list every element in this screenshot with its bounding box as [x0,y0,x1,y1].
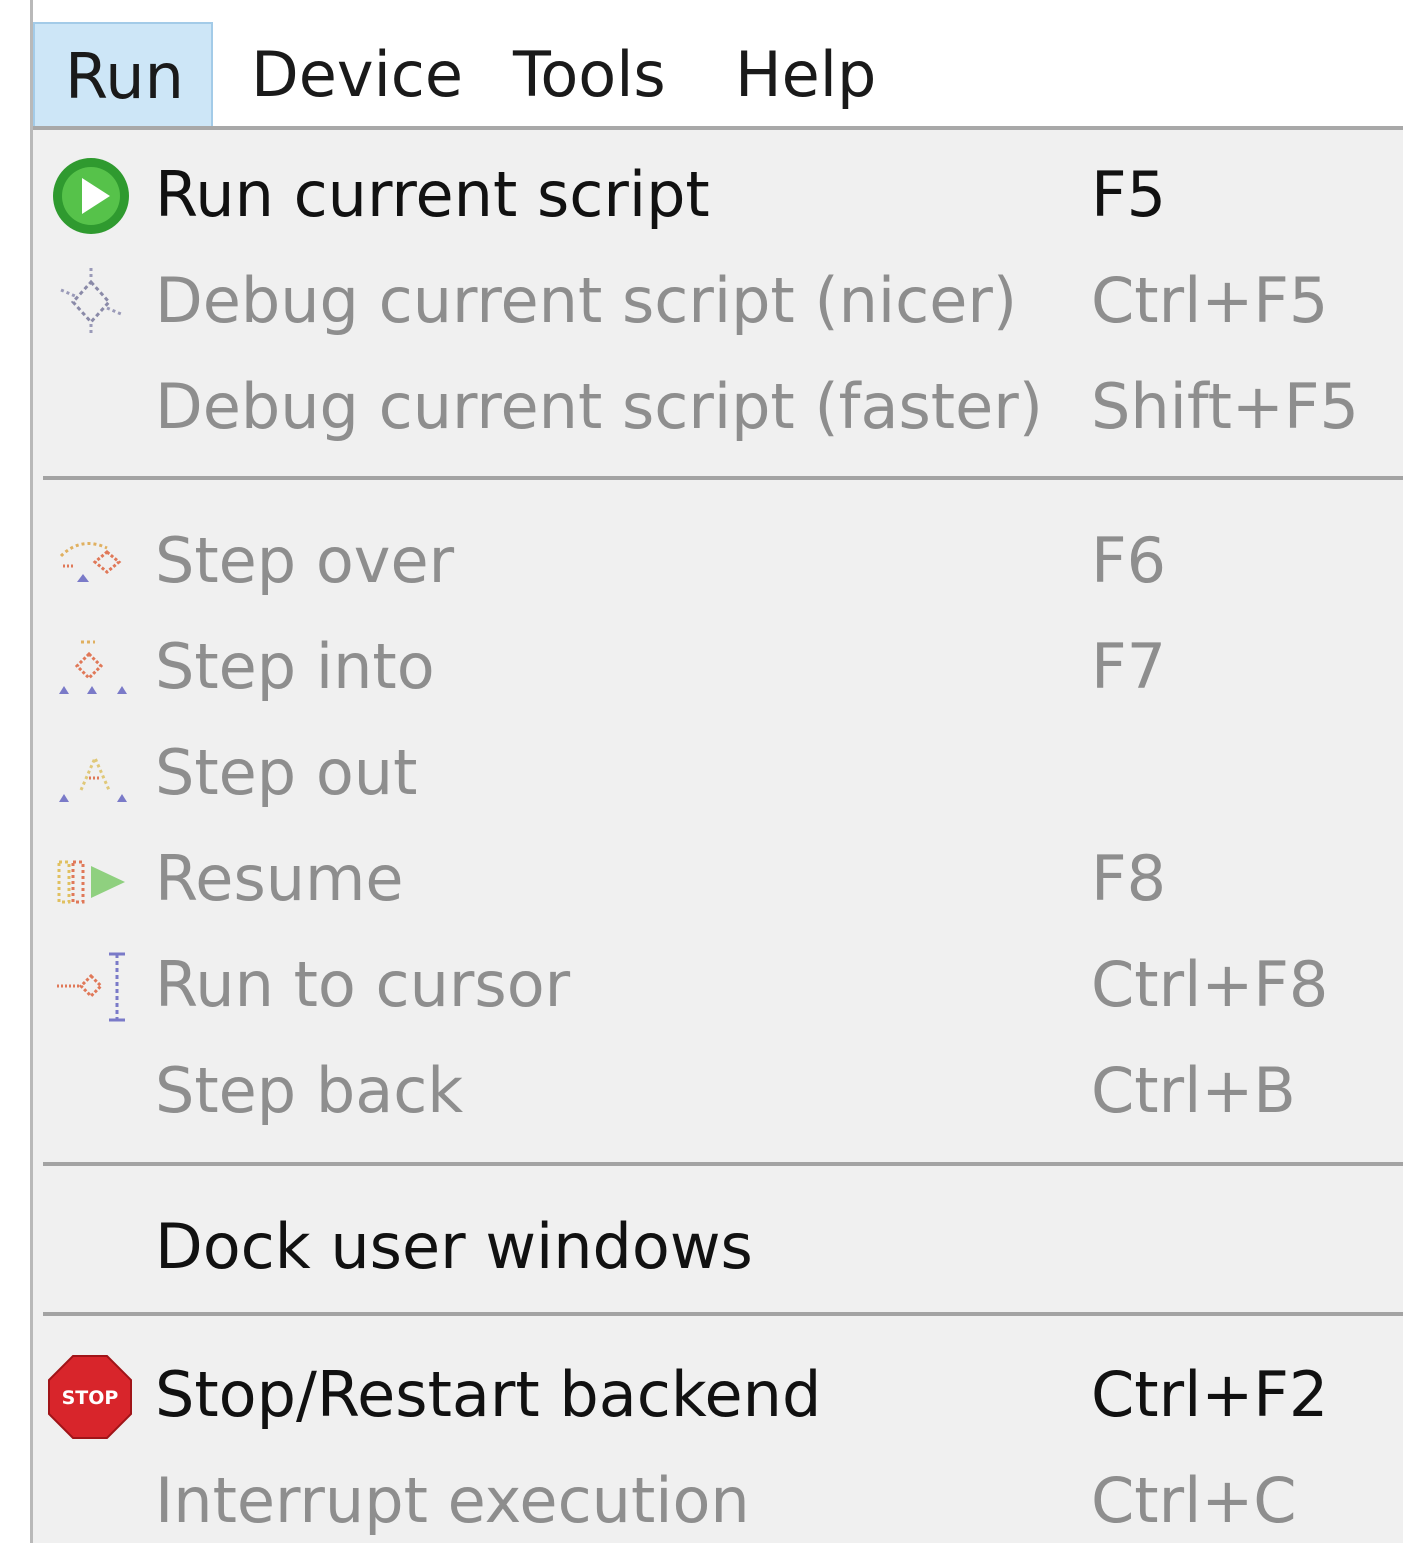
menubar-tools[interactable]: Tools [483,22,683,128]
menu-separator [43,1162,1403,1166]
menu-item-label: Run current script [155,158,710,231]
menubar-device[interactable]: Device [221,22,464,128]
menu-item-run-current-script[interactable]: Run current script F5 [33,142,1403,248]
menu-item-shortcut: Ctrl+F2 [1091,1358,1329,1431]
menu-item-step-into[interactable]: Step into F7 [33,614,1403,720]
step-over-icon [51,522,131,602]
resume-icon [51,840,131,920]
run-icon [51,156,131,236]
menu-item-step-over[interactable]: Step over F6 [33,508,1403,614]
step-out-icon [51,734,131,814]
menubar-run-label: Run [65,40,184,113]
menu-item-resume[interactable]: Resume F8 [33,826,1403,932]
menu-item-shortcut: Shift+F5 [1091,370,1359,443]
menu-item-shortcut: F8 [1091,842,1167,915]
menubar-device-label: Device [251,38,464,111]
menu-item-run-to-cursor[interactable]: Run to cursor Ctrl+F8 [33,932,1403,1038]
menu-item-shortcut: F7 [1091,630,1167,703]
menu-item-label: Step out [155,736,418,809]
menu-item-label: Debug current script (nicer) [155,264,1018,337]
menu-item-shortcut: Ctrl+C [1091,1464,1297,1537]
menu-item-shortcut: Ctrl+F8 [1091,948,1329,1021]
menu-separator [43,1312,1403,1316]
debug-icon [51,262,131,342]
menu-item-label: Step back [155,1054,464,1127]
menu-item-label: Step into [155,630,435,703]
menu-item-label: Dock user windows [155,1210,753,1283]
menu-item-step-back[interactable]: Step back Ctrl+B [33,1038,1403,1144]
menu-item-shortcut: Ctrl+B [1091,1054,1296,1127]
menu-item-shortcut: Ctrl+F5 [1091,264,1329,337]
menu-item-label: Debug current script (faster) [155,370,1043,443]
menu-item-dock-user-windows[interactable]: Dock user windows [33,1194,1403,1300]
menu-item-step-out[interactable]: Step out [33,720,1403,826]
menubar-help-label: Help [735,38,877,111]
menubar-run[interactable]: Run [33,22,213,128]
step-into-icon [51,628,131,708]
menu-item-label: Run to cursor [155,948,571,1021]
menu-item-label: Stop/Restart backend [155,1358,822,1431]
menu-item-interrupt-execution[interactable]: Interrupt execution Ctrl+C [33,1448,1403,1554]
run-to-cursor-icon [51,946,131,1026]
run-menu-dropdown: Run current script F5 Debug current scri… [33,130,1403,1543]
menu-item-stop-restart-backend[interactable]: STOP Stop/Restart backend Ctrl+F2 [33,1342,1403,1448]
menu-item-label: Resume [155,842,404,915]
menu-item-label: Interrupt execution [155,1464,750,1537]
menubar-tools-label: Tools [513,38,666,111]
menu-item-debug-nicer[interactable]: Debug current script (nicer) Ctrl+F5 [33,248,1403,354]
menu-item-label: Step over [155,524,455,597]
menu-separator [43,476,1403,480]
stop-icon: STOP [48,1355,132,1439]
menu-item-shortcut: F5 [1091,158,1167,231]
stop-icon-text: STOP [62,1387,119,1409]
menu-item-debug-faster[interactable]: Debug current script (faster) Shift+F5 [33,354,1403,460]
menubar: Run Device Tools Help [33,22,1403,128]
menu-item-shortcut: F6 [1091,524,1167,597]
menubar-help[interactable]: Help [705,22,905,128]
